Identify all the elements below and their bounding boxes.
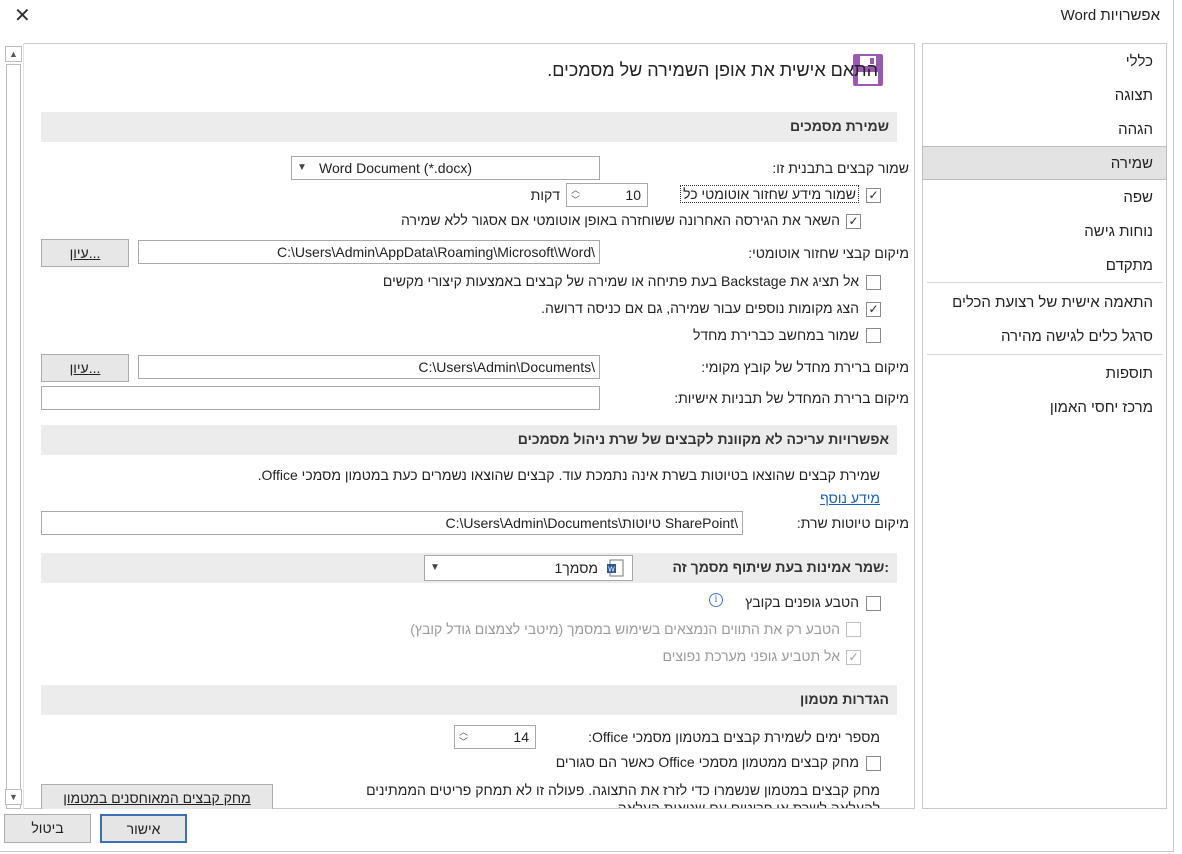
nav-item-quick-access[interactable]: סרגל כלים לגישה מהירה [923,320,1166,354]
delete-cached-clip: מחק קבצים המאוחסנים במטמון [41,784,273,809]
nav-item-addins[interactable]: תוספות [923,357,1166,391]
keep-last-checkbox[interactable]: ✓ [846,214,861,229]
nav-item-general[interactable]: כללי [923,45,1166,79]
save-to-computer-checkbox[interactable] [866,328,881,343]
cache-days-value: 14 [513,729,529,745]
autorecover-label: שמור מידע שחזור אוטומטי כל [680,185,859,203]
section-title: שמירת מסמכים [790,118,889,134]
nav-item-language[interactable]: שפה [923,181,1166,215]
nav-item-display[interactable]: תצוגה [923,79,1166,113]
autorecover-location-input[interactable]: C:\Users\Admin\AppData\Roaming\Microsoft… [138,240,600,264]
no-backstage-label: אל תציג את Backstage בעת פתיחה או שמירה … [382,273,859,289]
minutes-label: דקות [530,187,560,203]
scrollbar-thumb[interactable] [6,64,21,809]
fidelity-document-value: מסמך1 [554,560,598,576]
format-value: Word Document (*.docx) [319,160,473,176]
no-system-fonts-checkbox: ✓ [846,650,861,665]
embed-used-only-label: הטבע רק את התווים הנמצאים בשימוש במסמך (… [410,621,840,637]
word-document-icon: W [606,559,624,577]
cache-days-label: מספר ימים לשמירת קבצים במטמון מסמכי Offi… [588,729,880,745]
delete-description-clip: להעלאה לשרת או פריטים עם שגיאות העלאה. [280,800,890,808]
offline-description: שמירת קבצים שהוצאו בטיוטות בשרת אינה נתמ… [257,467,880,483]
delete-description-line2: להעלאה לשרת או פריטים עם שגיאות העלאה. [613,800,880,808]
delete-cached-files-button[interactable]: מחק קבצים המאוחסנים במטמון [41,784,273,809]
section-cache: הגדרות מטמון [41,685,897,715]
nav-item-accessibility[interactable]: נוחות גישה [923,215,1166,249]
scroll-up-icon[interactable]: ▲ [5,46,22,62]
cancel-button[interactable]: ביטול [4,814,91,843]
autorecover-location-label: מיקום קבצי שחזור אוטומטי: [748,245,909,261]
nav-item-proofing[interactable]: הגהה [923,113,1166,147]
svg-text:W: W [608,566,615,574]
browse-local-button[interactable]: עיון... [41,354,129,382]
format-label: שמור קבצים בתבנית זו: [772,160,909,176]
section-offline-editing: אפשרויות עריכה לא מקוונת לקבצים של שרת נ… [41,425,897,455]
autorecover-minutes-spinner[interactable]: ︿ ﹀ 10 [566,183,648,207]
section-title: הגדרות מטמון [800,691,889,707]
delete-on-close-checkbox[interactable] [866,756,881,771]
nav-item-trust-center[interactable]: מרכז יחסי האמון [923,391,1166,425]
keep-last-label: השאר את הגירסה האחרונה ששוחזרה באופן אוט… [401,212,840,228]
show-extra-locations-label: הצג מקומות נוספים עבור שמירה, גם אם כניס… [541,300,859,316]
delete-description-line1: מחק קבצים במטמון שנשמרו כדי לזרז את התצו… [366,782,880,798]
autorecover-minutes-value: 10 [625,187,641,203]
delete-on-close-label: מחק קבצים ממטמון מסמכי Office כאשר הם סג… [555,754,859,770]
fidelity-document-dropdown[interactable]: ▼ מסמך1 W [424,555,633,581]
chevron-down-icon: ▼ [297,162,307,173]
scroll-down-icon[interactable]: ▼ [5,789,22,805]
nav-item-advanced[interactable]: מתקדם [923,249,1166,283]
chevron-down-icon: ▼ [430,562,440,573]
info-icon[interactable]: i [709,593,723,607]
embed-fonts-checkbox[interactable] [866,596,881,611]
spin-down-icon[interactable]: ﹀ [571,193,580,206]
embed-used-only-checkbox [846,622,861,637]
spin-down-icon[interactable]: ﹀ [459,735,468,748]
section-title: אפשרויות עריכה לא מקוונת לקבצים של שרת נ… [517,431,889,447]
ok-button[interactable]: אישור [100,814,187,843]
drafts-location-input[interactable]: C:\Users\Admin\Documents\טיוטות SharePoi… [41,511,743,535]
personal-templates-input[interactable] [41,386,600,410]
no-backstage-checkbox[interactable] [866,275,881,290]
more-info-link[interactable]: מידע נוסף [820,490,880,506]
no-system-fonts-label: אל תטביע גופני מערכת נפוצים [662,648,840,664]
show-extra-locations-checkbox[interactable]: ✓ [866,302,881,317]
vertical-scrollbar[interactable]: ▲ ▼ [3,43,24,809]
browse-autorecover-button[interactable]: עיון... [41,239,129,267]
format-dropdown[interactable]: ▼ Word Document (*.docx) [291,156,600,180]
default-local-input[interactable]: C:\Users\Admin\Documents\ [138,355,600,379]
cache-days-spinner[interactable]: ︿ ﹀ 14 [454,725,536,749]
nav-divider [927,282,1163,283]
save-to-computer-label: שמור במחשב כברירת מחדל [692,327,859,343]
window-title: אפשרויות Word [1060,7,1160,24]
nav-item-customize-ribbon[interactable]: התאמה אישית של רצועת הכלים [923,286,1166,320]
section-save-documents: שמירת מסמכים [41,112,897,142]
embed-fonts-label: הטבע גופנים בקובץ [745,594,859,610]
nav-item-save[interactable]: שמירה [922,146,1167,180]
close-icon[interactable]: ✕ [14,3,31,28]
page-title: התאם אישית את אופן השמירה של מסמכים. [547,60,878,80]
autorecover-checkbox[interactable]: ✓ [866,188,881,203]
nav-divider [927,354,1163,355]
drafts-location-label: מיקום טיוטות שרת: [796,515,909,531]
options-nav: כללי תצוגה הגהה שמירה שפה נוחות גישה מתק… [922,43,1167,809]
personal-templates-label: מיקום ברירת המחדל של תבניות אישיות: [674,390,909,406]
default-local-label: מיקום ברירת מחדל של קובץ מקומי: [701,359,909,375]
section-title: שמר אמינות בעת שיתוף מסמך זה: [672,559,889,575]
